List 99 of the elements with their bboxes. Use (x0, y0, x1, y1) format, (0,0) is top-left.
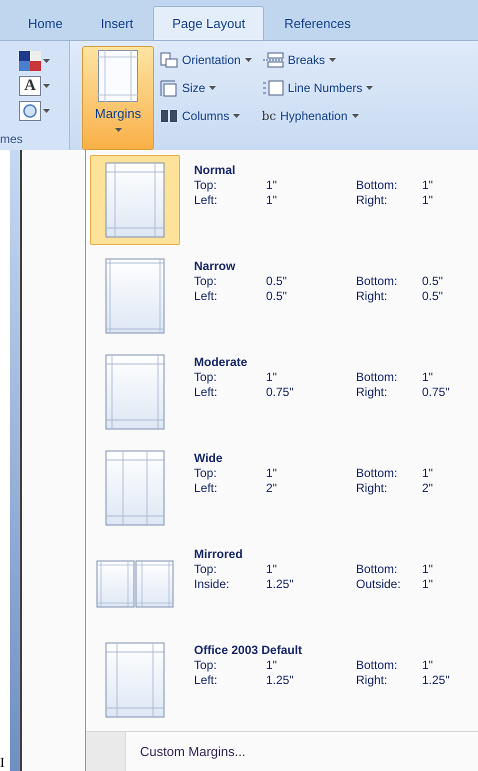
caret-icon (352, 114, 358, 118)
option-title: Mirrored (194, 547, 244, 562)
margin-label: Top: (194, 562, 218, 577)
margin-label: Inside: (194, 577, 230, 592)
group-label: mes (0, 131, 23, 148)
dropdown-arrow-icon[interactable] (43, 109, 50, 113)
margin-value: 1" (422, 562, 433, 577)
margin-label: Left: (194, 289, 218, 304)
margin-value: 1" (266, 562, 278, 577)
option-title: Narrow (194, 259, 236, 274)
margin-value: 1.25" (266, 577, 295, 592)
margin-value: 1" (266, 193, 278, 208)
margin-label: Left: (194, 481, 218, 496)
page-icon (105, 354, 165, 430)
margin-value: 1" (422, 577, 433, 592)
margin-label: Top: (194, 178, 218, 193)
menu-item[interactable]: Narrow Top: 0.5" Bottom: 0.5" Left: 0.5" Right: 0.5" (90, 251, 478, 347)
caret-icon (329, 58, 336, 62)
page-icon (105, 258, 165, 334)
page-size-icon (160, 79, 178, 97)
menu-item[interactable]: Normal Top: 1" Bottom: 1" Left: 1" Right: 1" (90, 155, 478, 251)
margin-value: 1" (422, 178, 433, 193)
ribbon-button[interactable]: Line Numbers (262, 77, 374, 99)
ribbon-button[interactable]: Orientation (160, 49, 252, 71)
ribbon-tab[interactable]: Page Layout (153, 6, 264, 40)
option-title: Wide (194, 451, 224, 466)
margin-label: Bottom: (356, 466, 398, 481)
margins-button[interactable]: Margins (82, 46, 154, 150)
ribbon-tab[interactable]: Insert (82, 8, 152, 40)
theme-fonts-icon: A (19, 76, 41, 96)
caret-icon (233, 114, 240, 118)
margin-label: Bottom: (356, 370, 398, 385)
ribbon-button[interactable]: Size (160, 77, 252, 99)
margin-label: Left: (194, 193, 218, 208)
margin-label: Right: (356, 481, 388, 496)
margin-label: Left: (194, 673, 218, 688)
dropdown-arrow-icon[interactable] (43, 59, 50, 63)
margin-label: Outside: (356, 577, 402, 592)
margin-label: Bottom: (356, 178, 398, 193)
page-icon (105, 162, 165, 238)
dropdown-arrow-icon[interactable] (43, 84, 50, 88)
margin-label: Right: (356, 385, 388, 400)
margin-value: 1.25" (266, 673, 295, 688)
margin-label: Top: (194, 370, 218, 385)
margin-value: 0.5" (422, 274, 443, 289)
margin-value: 1" (266, 370, 278, 385)
ribbon-button[interactable]: Columns (160, 105, 252, 127)
margin-label: Right: (356, 193, 388, 208)
page-icon (105, 642, 165, 718)
margin-label: Bottom: (356, 562, 398, 577)
margin-value: 0.75" (422, 385, 450, 400)
margin-value: 1.25" (422, 673, 450, 688)
margin-value: 2" (266, 481, 278, 496)
margin-label: Right: (356, 289, 388, 304)
caret-icon (114, 128, 122, 132)
margin-value: 1" (422, 466, 433, 481)
numbered-lines-icon (262, 80, 284, 96)
caret-icon (366, 86, 374, 90)
margin-value: 1" (422, 370, 434, 385)
option-title: Normal (194, 163, 236, 178)
page-break-icon (262, 52, 284, 68)
ribbon-tab[interactable]: References (266, 8, 369, 40)
margin-value: 0.75" (266, 385, 295, 400)
margin-value: 1" (266, 466, 278, 481)
menu-item[interactable]: Moderate Top: 1" Bottom: 1" Left: 0.75" Right: 0.75" (90, 347, 478, 443)
margin-label: Bottom: (356, 274, 398, 289)
theme-colors-icon (19, 51, 41, 71)
margin-value: 0.5" (266, 289, 288, 304)
margin-value: 1" (266, 658, 278, 673)
columns-icon (160, 109, 178, 123)
menu-item[interactable]: Office 2003 Default Top: 1" Bottom: 1" Left: 1.25" Right: 1.25" (90, 635, 478, 731)
margin-value: 1" (422, 193, 433, 208)
option-title: Moderate (194, 355, 248, 370)
menu-item[interactable]: Wide Top: 1" Bottom: 1" Left: 2" Right: 2" (90, 443, 478, 539)
margin-label: Bottom: (356, 658, 398, 673)
caret-icon (244, 58, 252, 62)
theme-effects-icon (19, 101, 41, 121)
mirrored-page-icon (96, 560, 174, 608)
caret-icon (209, 86, 216, 90)
margin-value: 2" (422, 481, 433, 496)
option-title: Office 2003 Default (194, 643, 304, 658)
margin-label: Top: (194, 274, 218, 289)
ribbon-button[interactable]: Breaks (262, 49, 374, 71)
margin-value: 0.5" (422, 289, 443, 304)
ribbon-tab[interactable]: Home (10, 8, 81, 40)
margin-label: Right: (356, 673, 388, 688)
margin-value: 1" (422, 658, 434, 673)
pages-icon (160, 52, 178, 68)
margin-label: Top: (194, 658, 218, 673)
margin-value: 1" (266, 178, 278, 193)
page-icon (105, 450, 165, 526)
margin-label: Left: (194, 385, 218, 400)
custom-margins-link[interactable]: Custom Margins... (126, 732, 260, 771)
page-icon (98, 50, 138, 102)
hyphenation-icon: bc (262, 110, 276, 122)
menu-item[interactable]: Mirrored Top: 1" Bottom: 1" Inside: 1.25" Outside: 1" (90, 539, 478, 635)
margin-value: 0.5" (266, 274, 288, 289)
margin-label: Top: (194, 466, 218, 481)
ribbon-button[interactable]: bc Hyphenation (262, 105, 374, 127)
